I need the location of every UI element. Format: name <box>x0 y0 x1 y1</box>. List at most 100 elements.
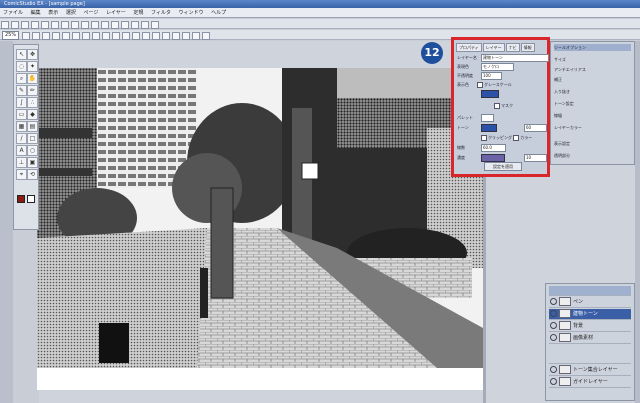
view-icon[interactable] <box>192 32 201 40</box>
menu-filter[interactable]: フィルタ <box>151 10 171 16</box>
text-icon[interactable] <box>112 32 121 40</box>
gradient-tool-icon[interactable]: ▤ <box>27 121 38 132</box>
paste-icon[interactable] <box>81 21 89 29</box>
option-size[interactable]: サイズ <box>554 56 631 63</box>
new-icon[interactable] <box>1 21 9 29</box>
cut-icon[interactable] <box>61 21 69 29</box>
zoom-select[interactable]: 25% <box>2 31 20 40</box>
transform-icon[interactable] <box>172 32 181 40</box>
opacity-field[interactable]: 100 <box>481 72 502 80</box>
menu-edit[interactable]: 編集 <box>31 10 41 16</box>
canvas-image[interactable] <box>37 68 483 368</box>
fit-icon[interactable] <box>22 32 31 40</box>
tone-density-field[interactable]: 60 <box>524 124 547 132</box>
tab-property[interactable]: プロパティ <box>456 43 482 52</box>
grayscale-radio[interactable] <box>477 82 483 88</box>
color-checkbox[interactable] <box>513 135 520 141</box>
display-color-swatch[interactable] <box>481 90 499 98</box>
eye-icon[interactable] <box>550 378 557 385</box>
zoom-tool-icon[interactable]: ⌕ <box>16 73 27 84</box>
redo-icon[interactable] <box>51 21 59 29</box>
menu-help[interactable]: ヘルプ <box>211 10 226 16</box>
layer-name-field[interactable]: 建物トーン <box>481 54 549 62</box>
option-display[interactable]: 表示設定 <box>554 140 631 147</box>
line-count-field[interactable]: 60.0 <box>481 144 506 152</box>
tab-info[interactable]: 情報 <box>520 43 535 52</box>
balloon-tool-icon[interactable]: ○ <box>27 145 38 156</box>
menu-window[interactable]: ウィンドウ <box>179 10 204 16</box>
ruler-icon[interactable] <box>141 21 149 29</box>
move-icon[interactable] <box>162 32 171 40</box>
density-field[interactable]: 10 <box>524 154 547 162</box>
lasso-tool-icon[interactable]: ◌ <box>16 61 27 72</box>
actual-size-icon[interactable] <box>32 32 41 40</box>
sub-color-swatch[interactable] <box>27 195 35 203</box>
ruler-tool-icon[interactable]: ⊥ <box>16 157 27 168</box>
mask-checkbox[interactable] <box>494 103 500 109</box>
eye-icon[interactable] <box>550 366 557 373</box>
eye-icon[interactable] <box>550 334 557 341</box>
select-icon[interactable] <box>132 32 141 40</box>
density-slider[interactable] <box>481 154 505 162</box>
brush-icon[interactable] <box>72 32 81 40</box>
layer-row-empty[interactable] <box>549 345 631 364</box>
layer-row-selected[interactable]: 建物トーン <box>549 309 631 320</box>
menu-ruler[interactable]: 定規 <box>133 10 143 16</box>
tone-icon[interactable] <box>62 32 71 40</box>
option-antialias[interactable]: アンチエイリアス <box>554 66 631 73</box>
eraser-icon[interactable] <box>82 32 91 40</box>
grid-icon[interactable] <box>131 21 139 29</box>
brush-tool-icon[interactable]: ∫ <box>16 97 27 108</box>
main-color-swatch[interactable] <box>17 195 25 203</box>
airbrush-tool-icon[interactable]: ∴ <box>27 97 38 108</box>
eraser-tool-icon[interactable]: ▭ <box>16 109 27 120</box>
copy-icon[interactable] <box>71 21 79 29</box>
layer-row[interactable]: トーン集合レイヤー <box>549 365 631 376</box>
menu-file[interactable]: ファイル <box>3 10 23 16</box>
layer-row[interactable]: 背景 <box>549 321 631 332</box>
menu-layer[interactable]: レイヤー <box>106 10 126 16</box>
zoom-out-icon[interactable] <box>101 21 109 29</box>
palette-field[interactable] <box>481 114 494 122</box>
print-icon[interactable] <box>31 21 39 29</box>
wand-tool-icon[interactable]: ✦ <box>27 61 38 72</box>
eye-icon[interactable] <box>550 310 557 317</box>
pattern-icon[interactable] <box>102 32 111 40</box>
open-icon[interactable] <box>11 21 19 29</box>
move-tool-icon[interactable]: ✥ <box>27 49 38 60</box>
guide-icon[interactable] <box>202 32 211 40</box>
shape-tool-icon[interactable]: □ <box>27 133 38 144</box>
tone-swatch[interactable] <box>481 124 497 132</box>
menu-select[interactable]: 選択 <box>66 10 76 16</box>
zoom-in-icon[interactable] <box>91 21 99 29</box>
mask-icon[interactable] <box>182 32 191 40</box>
eye-icon[interactable] <box>550 322 557 329</box>
wand-icon[interactable] <box>152 32 161 40</box>
select-tool-icon[interactable]: ↖ <box>16 49 27 60</box>
hand-tool-icon[interactable]: ✋ <box>27 73 38 84</box>
frame-tool-icon[interactable]: ▣ <box>27 157 38 168</box>
express-color-select[interactable]: モノクロ <box>481 63 514 71</box>
option-tone[interactable]: トーン設定 <box>554 100 631 107</box>
option-layer-color[interactable]: レイヤーカラー <box>554 124 631 131</box>
eye-icon[interactable] <box>550 298 557 305</box>
layer-icon[interactable] <box>52 32 61 40</box>
option-line-width[interactable]: 線幅 <box>554 112 631 119</box>
save-icon[interactable] <box>21 21 29 29</box>
pencil-tool-icon[interactable]: ✏ <box>27 85 38 96</box>
option-transparent[interactable]: 透明部分 <box>554 152 631 159</box>
tab-layer[interactable]: レイヤー <box>482 43 505 52</box>
fill-icon[interactable] <box>92 32 101 40</box>
line-tool-icon[interactable]: / <box>16 133 27 144</box>
menu-page[interactable]: ページ <box>83 10 98 16</box>
menu-view[interactable]: 表示 <box>48 10 58 16</box>
lasso-icon[interactable] <box>142 32 151 40</box>
eyedropper-tool-icon[interactable]: ⌖ <box>16 169 27 180</box>
layer-row[interactable]: 画像素材 <box>549 333 631 344</box>
flip-icon[interactable] <box>42 32 51 40</box>
layer-row[interactable]: ガイドレイヤー <box>549 377 631 388</box>
apply-button[interactable]: 設定を適用 <box>484 162 522 171</box>
undo-icon[interactable] <box>41 21 49 29</box>
shape-icon[interactable] <box>122 32 131 40</box>
tone-tool-icon[interactable]: ▦ <box>16 121 27 132</box>
